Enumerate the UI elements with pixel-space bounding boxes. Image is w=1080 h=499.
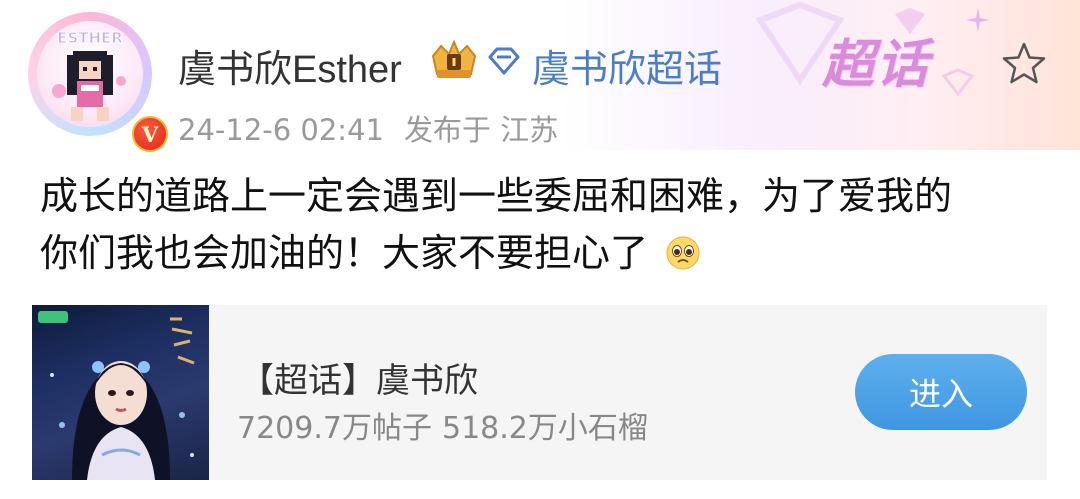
topic-diamond-icon [488, 47, 520, 75]
post-text-line: 成长的道路上一定会遇到一些委屈和困难，为了爱我的 [40, 174, 953, 218]
topic-card[interactable]: 【超话】虞书欣 7209.7万帖子 518.2万小石榴 进入 [32, 305, 1047, 480]
crown-level-icon [431, 39, 477, 78]
post-body: 成长的道路上一定会遇到一些委屈和困难，为了爱我的 你们我也会加油的！大家不要担心… [40, 168, 1050, 282]
author-name[interactable]: 虞书欣Esther [178, 38, 402, 93]
topic-card-title: 【超话】虞书欣 [240, 361, 478, 401]
pixel-character-icon: ESTHER [52, 29, 126, 121]
topic-posts-count: 7209.7万帖子 [237, 411, 432, 446]
author-avatar[interactable]: ESTHER V [28, 12, 172, 156]
star-favorite-icon[interactable] [1000, 40, 1048, 88]
topic-fans-count: 518.2万小石榴 [441, 411, 648, 446]
chaohua-logo: 超话 [822, 35, 931, 95]
post-timestamp: 24-12-6 02:41 [178, 113, 384, 147]
avatar-text: ESTHER [57, 29, 123, 47]
post-meta: 24-12-6 02:41 发布于 江苏 [178, 107, 578, 149]
sparkle-decoration-icon [966, 8, 990, 32]
verified-v-icon: V [132, 116, 168, 152]
verified-badge: V [128, 112, 172, 156]
pleading-face-emoji [666, 236, 700, 270]
enter-topic-button[interactable]: 进入 [855, 354, 1027, 430]
avatar-image: ESTHER [37, 21, 143, 127]
post-text-line-2: 你们我也会加油的！大家不要担心了 [40, 225, 1050, 282]
topic-link[interactable]: 虞书欣超话 [532, 38, 722, 93]
portrait-illustration-icon [38, 311, 195, 480]
post-source: 发布于 江苏 [403, 113, 559, 147]
diamond-decoration-icon [941, 68, 975, 97]
topic-card-stats: 7209.7万帖子 518.2万小石榴 [237, 403, 658, 447]
post-text-line: 你们我也会加油的！大家不要担心了 [40, 231, 649, 275]
topic-cover-image [32, 305, 209, 480]
